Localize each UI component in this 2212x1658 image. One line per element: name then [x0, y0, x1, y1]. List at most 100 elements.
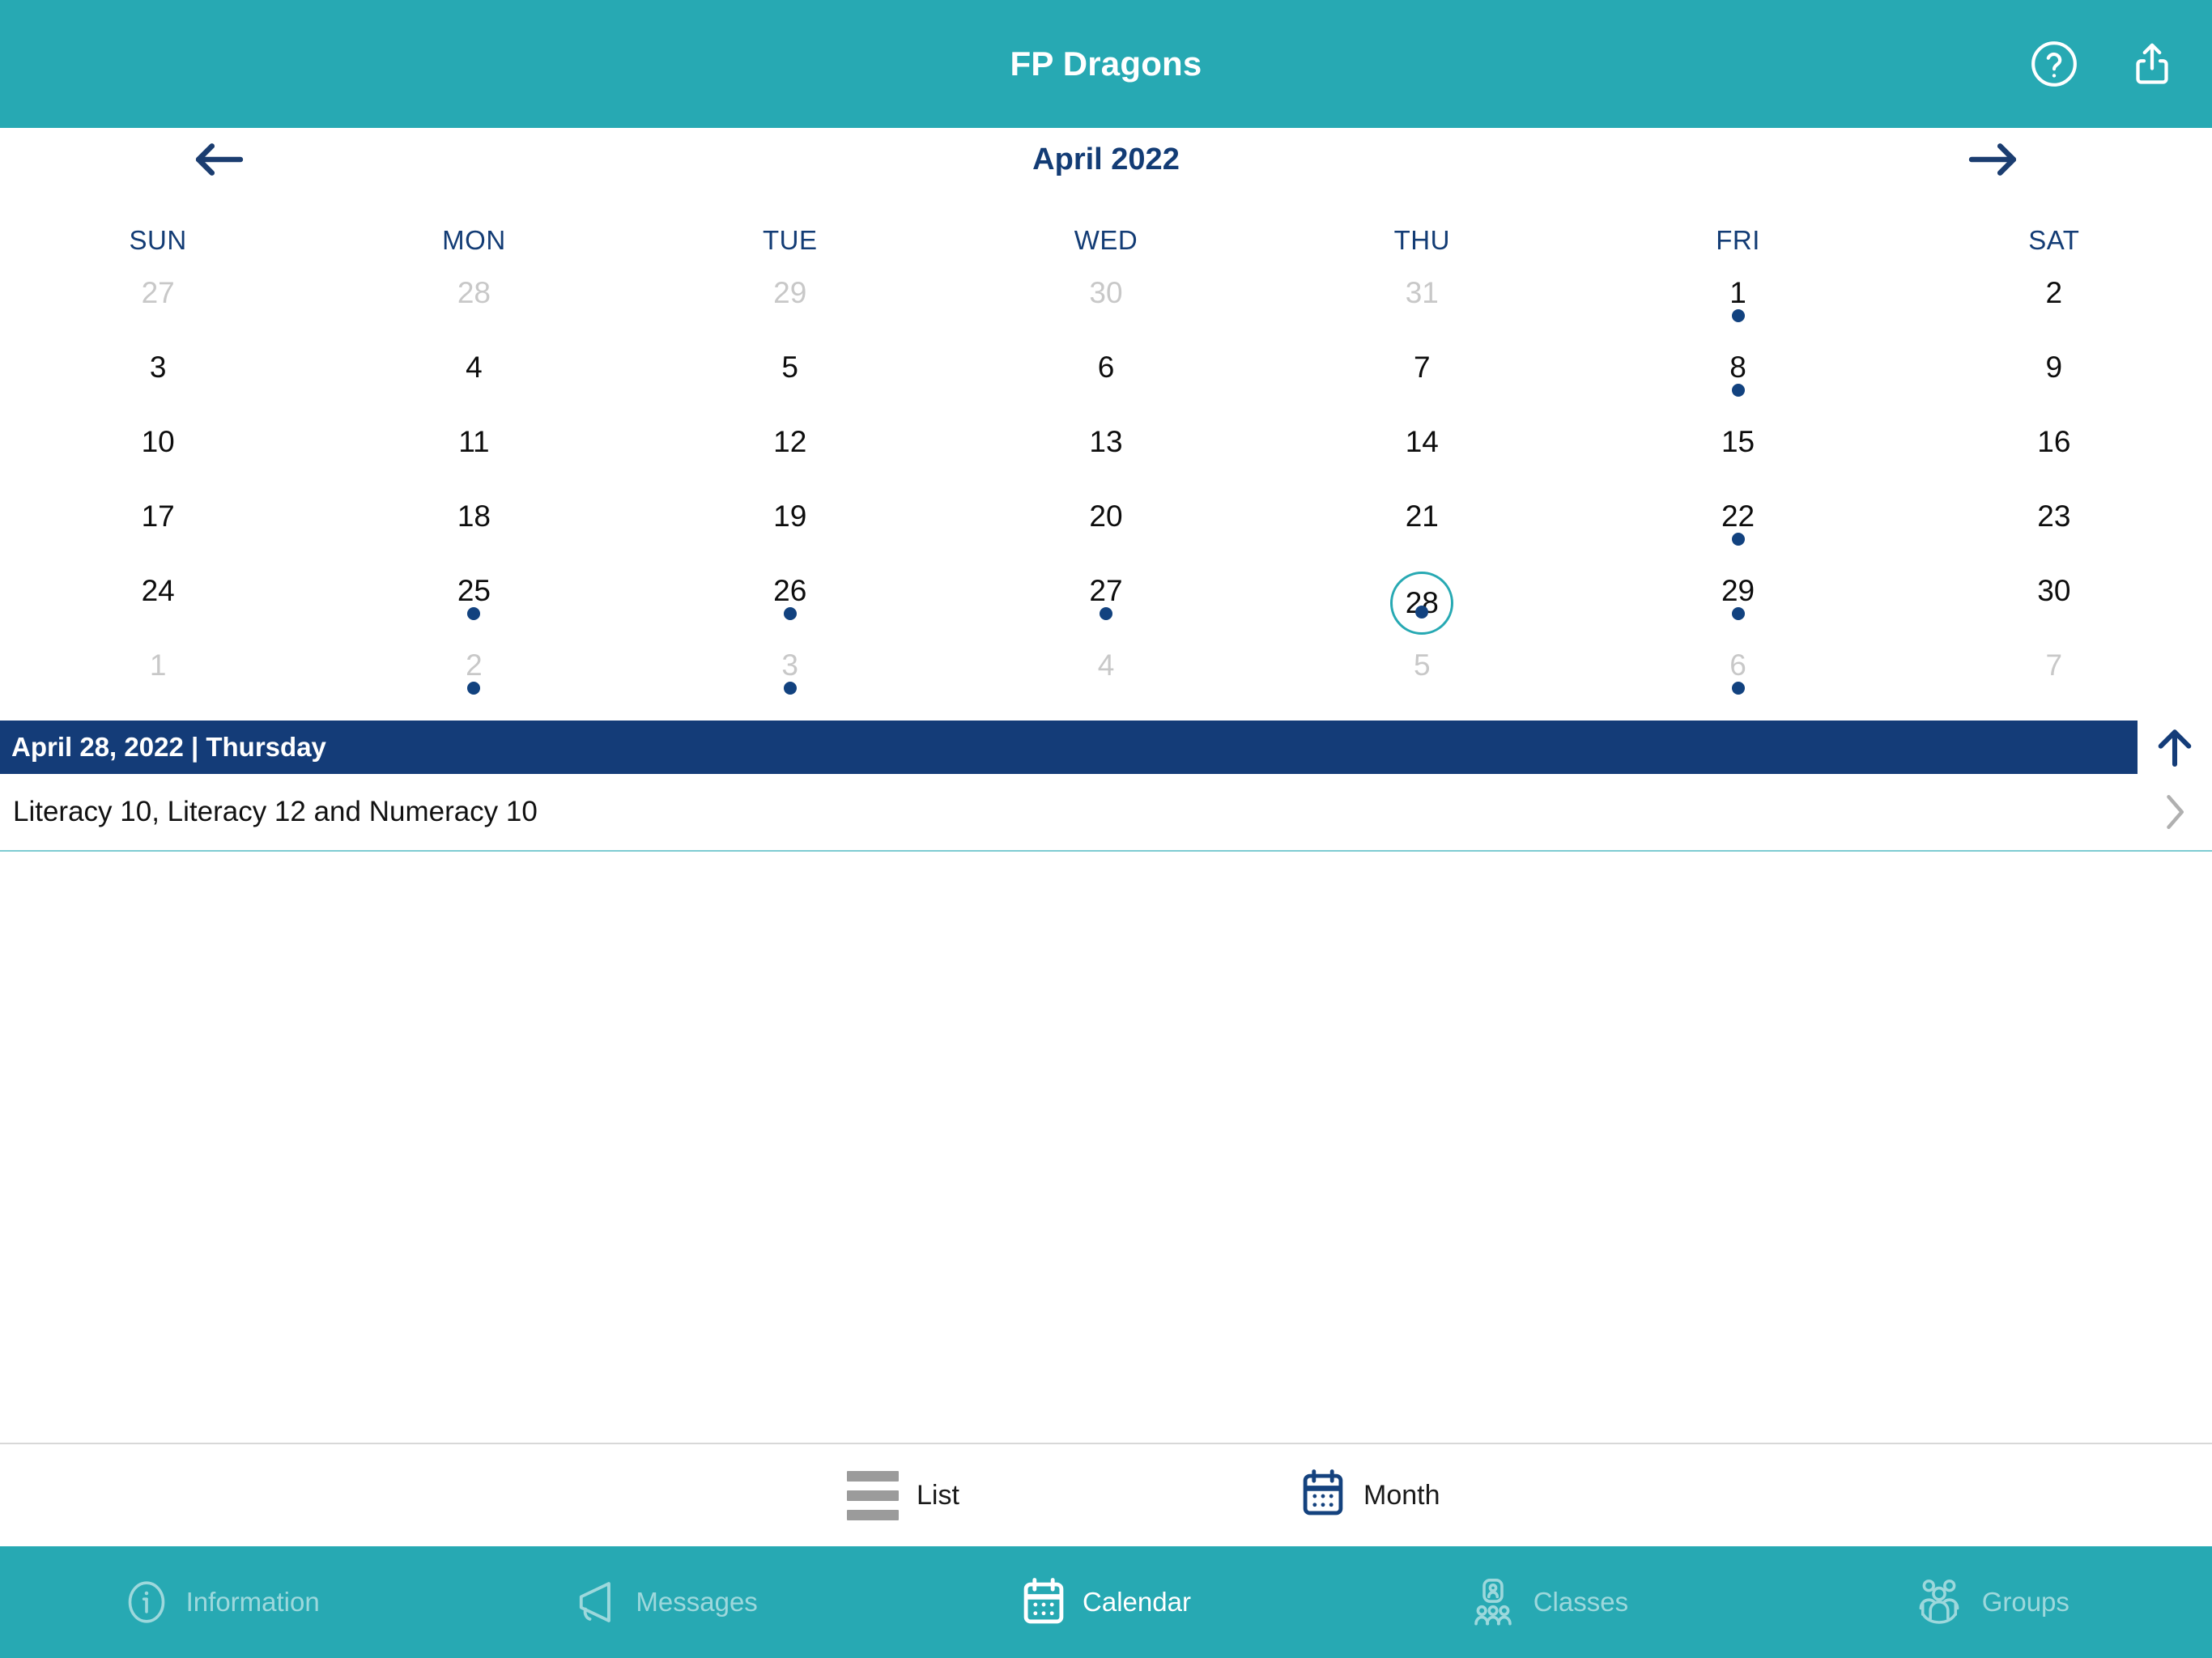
current-month-label: April 2022 — [1032, 142, 1180, 176]
calendar-day-number: 9 — [2045, 351, 2063, 384]
calendar-day-cell[interactable]: 28 — [1264, 565, 1580, 640]
calendar-day-cell[interactable]: 15 — [1580, 416, 1895, 491]
calendar-day-cell[interactable]: 1 — [1580, 267, 1895, 342]
calendar-day-number: 27 — [1089, 574, 1123, 607]
tab-classes[interactable]: Classes — [1327, 1577, 1769, 1627]
calendar-day-number: 27 — [141, 276, 175, 309]
calendar-day-cell[interactable]: 7 — [1264, 342, 1580, 416]
calendar-day-cell[interactable]: 8 — [1580, 342, 1895, 416]
next-month-button[interactable] — [1961, 135, 2026, 184]
calendar-day-number: 7 — [1413, 351, 1431, 384]
weekday-header-mon: MON — [442, 225, 506, 255]
calendar-day-cell[interactable]: 5 — [1264, 640, 1580, 714]
calendar-day-cell[interactable]: 22 — [1580, 491, 1895, 565]
calendar-day-cell[interactable]: 7 — [1896, 640, 2212, 714]
calendar-day-number: 28 — [1390, 572, 1454, 635]
calendar-week-row: 3 4 5 6 7 8 9 — [0, 342, 2212, 416]
calendar-day-number: 1 — [1729, 276, 1746, 309]
calendar-day-number: 4 — [1097, 648, 1115, 682]
tab-calendar[interactable]: Calendar — [885, 1577, 1327, 1627]
calendar-weeks: 27 28 29 30 31 1 2 3 4 5 6 7 8 9 10 11 12 13 14 15 16 17 18 19 2… — [0, 267, 2212, 714]
calendar-day-cell[interactable]: 23 — [1896, 491, 2212, 565]
calendar-day-cell[interactable]: 20 — [948, 491, 1264, 565]
calendar-day-number: 6 — [1729, 648, 1746, 682]
tab-information-label: Information — [185, 1587, 320, 1617]
calendar-day-cell[interactable]: 24 — [0, 565, 316, 640]
tab-groups[interactable]: Groups — [1770, 1577, 2212, 1627]
calendar-day-number: 2 — [2045, 276, 2063, 309]
calendar-day-cell[interactable]: 5 — [632, 342, 948, 416]
calendar-day-cell[interactable]: 4 — [316, 342, 632, 416]
share-icon — [2136, 43, 2168, 84]
share-button[interactable] — [2128, 39, 2176, 89]
calendar-day-cell[interactable]: 30 — [1896, 565, 2212, 640]
calendar-day-cell[interactable]: 31 — [1264, 267, 1580, 342]
calendar-day-cell[interactable]: 30 — [948, 267, 1264, 342]
list-icon — [847, 1470, 899, 1520]
calendar-day-cell[interactable]: 2 — [1896, 267, 2212, 342]
calendar-day-cell[interactable]: 29 — [1580, 565, 1895, 640]
calendar-day-cell[interactable]: 19 — [632, 491, 948, 565]
event-title: Literacy 10, Literacy 12 and Numeracy 10 — [13, 796, 538, 827]
weekday-header-thu: THU — [1393, 225, 1450, 255]
calendar-day-cell[interactable]: 12 — [632, 416, 948, 491]
calendar-day-cell[interactable]: 17 — [0, 491, 316, 565]
calendar-day-cell[interactable]: 2 — [316, 640, 632, 714]
calendar-week-row: 10 11 12 13 14 15 16 — [0, 416, 2212, 491]
collapse-calendar-button[interactable] — [2138, 721, 2212, 774]
calendar-grid: SUN MON TUE WED THU FRI SAT 27 28 29 30 31 1 2 3 4 5 6 7 8… — [0, 191, 2212, 714]
calendar-day-cell[interactable]: 26 — [632, 565, 948, 640]
info-circle-icon — [128, 1581, 164, 1623]
tab-information[interactable]: Information — [0, 1577, 442, 1627]
calendar-day-cell[interactable]: 25 — [316, 565, 632, 640]
calendar-day-cell[interactable]: 14 — [1264, 416, 1580, 491]
calendar-day-cell[interactable]: 10 — [0, 416, 316, 491]
calendar-day-number: 6 — [1097, 351, 1115, 384]
event-indicator-dot — [783, 607, 797, 620]
top-bar-actions — [2029, 39, 2176, 89]
calendar-day-cell[interactable]: 1 — [0, 640, 316, 714]
calendar-day-cell[interactable]: 3 — [0, 342, 316, 416]
selected-day-bar: April 28, 2022 | Thursday — [0, 721, 2212, 774]
calendar-day-cell[interactable]: 9 — [1896, 342, 2212, 416]
calendar-day-cell[interactable]: 11 — [316, 416, 632, 491]
calendar-day-number: 30 — [2037, 574, 2071, 607]
previous-month-button[interactable] — [186, 135, 251, 184]
view-toggle-month[interactable]: Month — [1106, 1469, 1559, 1523]
calendar-day-number: 5 — [1413, 648, 1431, 682]
calendar-day-number: 30 — [1089, 276, 1123, 309]
calendar-day-cell[interactable]: 3 — [632, 640, 948, 714]
calendar-day-number: 17 — [141, 500, 175, 533]
calendar-day-cell[interactable]: 13 — [948, 416, 1264, 491]
content-empty-area — [0, 852, 2212, 1443]
page-title: FP Dragons — [1010, 45, 1202, 83]
bottom-tab-bar: Information Messages Calendar Classes Gr… — [0, 1546, 2212, 1658]
calendar-day-cell[interactable]: 29 — [632, 267, 948, 342]
calendar-week-row: 27 28 29 30 31 1 2 — [0, 267, 2212, 342]
tab-messages[interactable]: Messages — [442, 1578, 884, 1626]
calendar-day-cell[interactable]: 28 — [316, 267, 632, 342]
calendar-week-row: 24 25 26 27 28 29 30 — [0, 565, 2212, 640]
calendar-day-number: 2 — [466, 648, 483, 682]
calendar-day-number: 19 — [773, 500, 807, 533]
calendar-day-cell[interactable]: 21 — [1264, 491, 1580, 565]
calendar-day-cell[interactable]: 4 — [948, 640, 1264, 714]
calendar-day-number: 4 — [466, 351, 483, 384]
calendar-day-number: 21 — [1405, 500, 1439, 533]
calendar-day-cell[interactable]: 27 — [948, 565, 1264, 640]
calendar-day-number: 24 — [141, 574, 175, 607]
selected-day-banner[interactable]: April 28, 2022 | Thursday — [0, 721, 2138, 774]
calendar-day-cell[interactable]: 16 — [1896, 416, 2212, 491]
help-button[interactable] — [2029, 39, 2079, 89]
calendar-day-number: 15 — [1721, 425, 1755, 458]
calendar-day-cell[interactable]: 6 — [948, 342, 1264, 416]
view-toggle-list-label: List — [917, 1479, 959, 1511]
view-toggle-list[interactable]: List — [653, 1470, 1106, 1520]
calendar-day-number: 31 — [1405, 276, 1439, 309]
calendar-day-cell[interactable]: 27 — [0, 267, 316, 342]
calendar-day-number: 1 — [149, 648, 167, 682]
chevron-right-icon — [2150, 792, 2199, 832]
calendar-day-cell[interactable]: 18 — [316, 491, 632, 565]
event-list-item[interactable]: Literacy 10, Literacy 12 and Numeracy 10 — [0, 774, 2212, 852]
calendar-day-cell[interactable]: 6 — [1580, 640, 1895, 714]
